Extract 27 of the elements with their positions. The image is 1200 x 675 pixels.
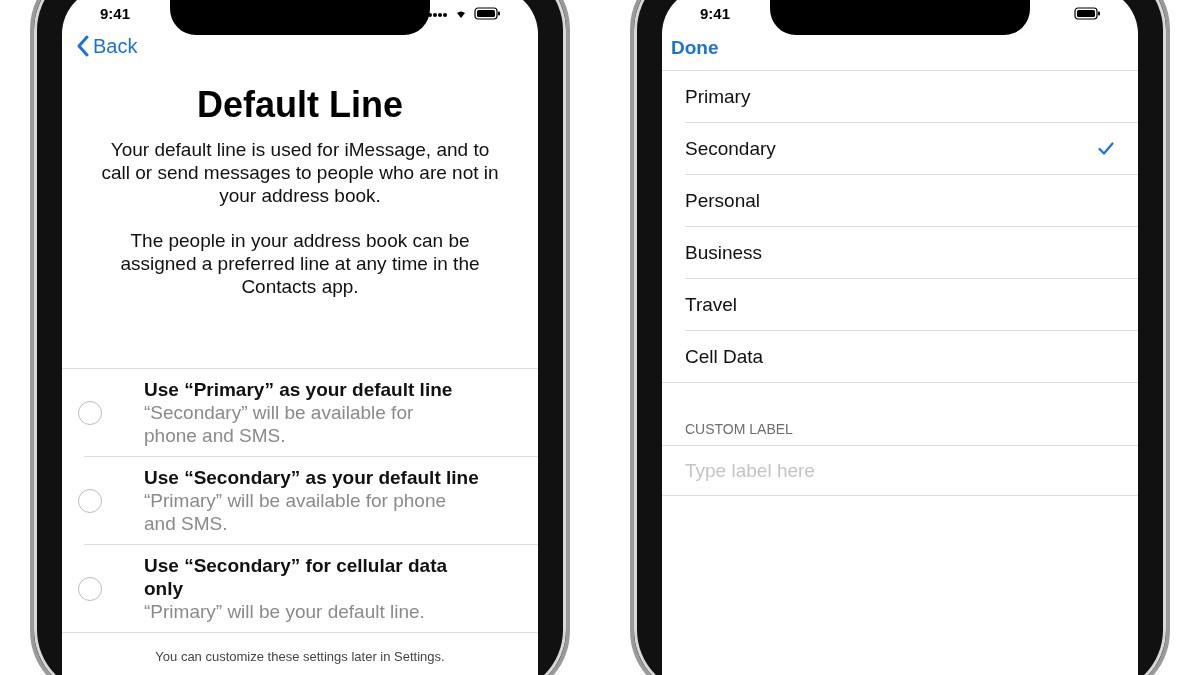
- description-text: Your default line is used for iMessage, and to call or send messages to people who are not in your address book.: [100, 138, 500, 207]
- option-description: “Secondary” will be available for phone and SMS.: [144, 401, 415, 447]
- footer-note: You can customize these settings later in Settings.: [154, 649, 446, 664]
- label-option[interactable]: Cell Data: [662, 331, 1138, 383]
- label-option[interactable]: Business: [685, 227, 1138, 279]
- label-option-text: Cell Data: [685, 345, 764, 368]
- back-button[interactable]: Back: [76, 34, 138, 58]
- label-option-text: Primary: [685, 85, 751, 108]
- label-option[interactable]: Personal: [685, 175, 1138, 227]
- label-option-text: Personal: [685, 189, 760, 212]
- status-time: 9:41: [700, 4, 731, 22]
- status-time: 9:41: [100, 4, 131, 22]
- option-title: Use “Secondary” as your default line: [144, 466, 480, 489]
- description-text: The people in your address book can be assigned a preferred line at any time in the Contacts app.: [119, 229, 481, 298]
- option-description: “Primary” will be available for phone and SMS.: [144, 489, 447, 535]
- label-option[interactable]: Travel: [685, 279, 1138, 331]
- label-option-text: Business: [685, 241, 763, 264]
- label-option-text: Travel: [685, 293, 738, 316]
- done-button[interactable]: Done: [662, 37, 728, 59]
- label-option-text: Secondary: [685, 137, 776, 160]
- battery-icon: [474, 6, 500, 20]
- option-title: Use “Primary” as your default line: [144, 378, 454, 401]
- option-title: Use “Secondary” for cellular data only: [144, 554, 449, 600]
- page-title: Default Line: [196, 84, 404, 126]
- chevron-icon: [76, 35, 89, 57]
- option-description: “Primary” will be your default line.: [144, 600, 426, 623]
- battery-icon: [1074, 6, 1100, 20]
